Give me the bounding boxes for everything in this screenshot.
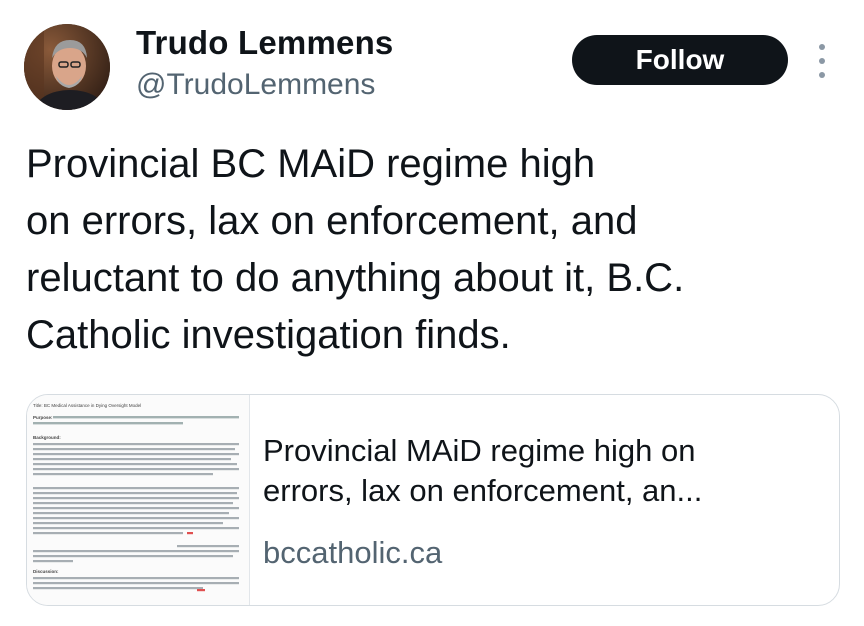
link-preview-card[interactable]: Title: BC Medical Assistance in Dying Ov… [26, 394, 840, 606]
vertical-ellipsis-icon[interactable] [812, 44, 832, 78]
tweet-text-line: on errors, lax on enforcement, and [26, 199, 638, 243]
tweet-text-line: Catholic investigation finds. [26, 313, 511, 357]
dot [819, 72, 825, 78]
link-card-domain[interactable]: bccatholic.ca [263, 535, 442, 571]
tweet-text-line: Provincial BC MAiD regime high [26, 142, 596, 186]
svg-text:Purpose:: Purpose: [33, 415, 53, 420]
link-card-title[interactable]: Provincial MAiD regime high on errors, l… [263, 431, 823, 511]
author-avatar[interactable] [24, 24, 110, 110]
link-card-title-line: errors, lax on enforcement, an... [263, 473, 703, 508]
author-name[interactable]: Trudo Lemmens [136, 24, 393, 62]
link-thumbnail: Title: BC Medical Assistance in Dying Ov… [27, 395, 250, 605]
avatar-photo [24, 24, 110, 110]
dot [819, 44, 825, 50]
document-thumbnail-image: Title: BC Medical Assistance in Dying Ov… [33, 403, 239, 592]
svg-text:Background:: Background: [33, 435, 61, 440]
author-handle[interactable]: @TrudoLemmens [136, 68, 375, 102]
svg-text:Title: BC Medical Assistance i: Title: BC Medical Assistance in Dying Ov… [33, 403, 141, 408]
dot [819, 58, 825, 64]
link-card-title-line: Provincial MAiD regime high on [263, 433, 696, 468]
svg-text:Discussion:: Discussion: [33, 569, 59, 574]
tweet-text-line: reluctant to do anything about it, B.C. [26, 256, 685, 300]
tweet-text: Provincial BC MAiD regime high on errors… [26, 136, 826, 364]
follow-button[interactable]: Follow [572, 35, 788, 85]
